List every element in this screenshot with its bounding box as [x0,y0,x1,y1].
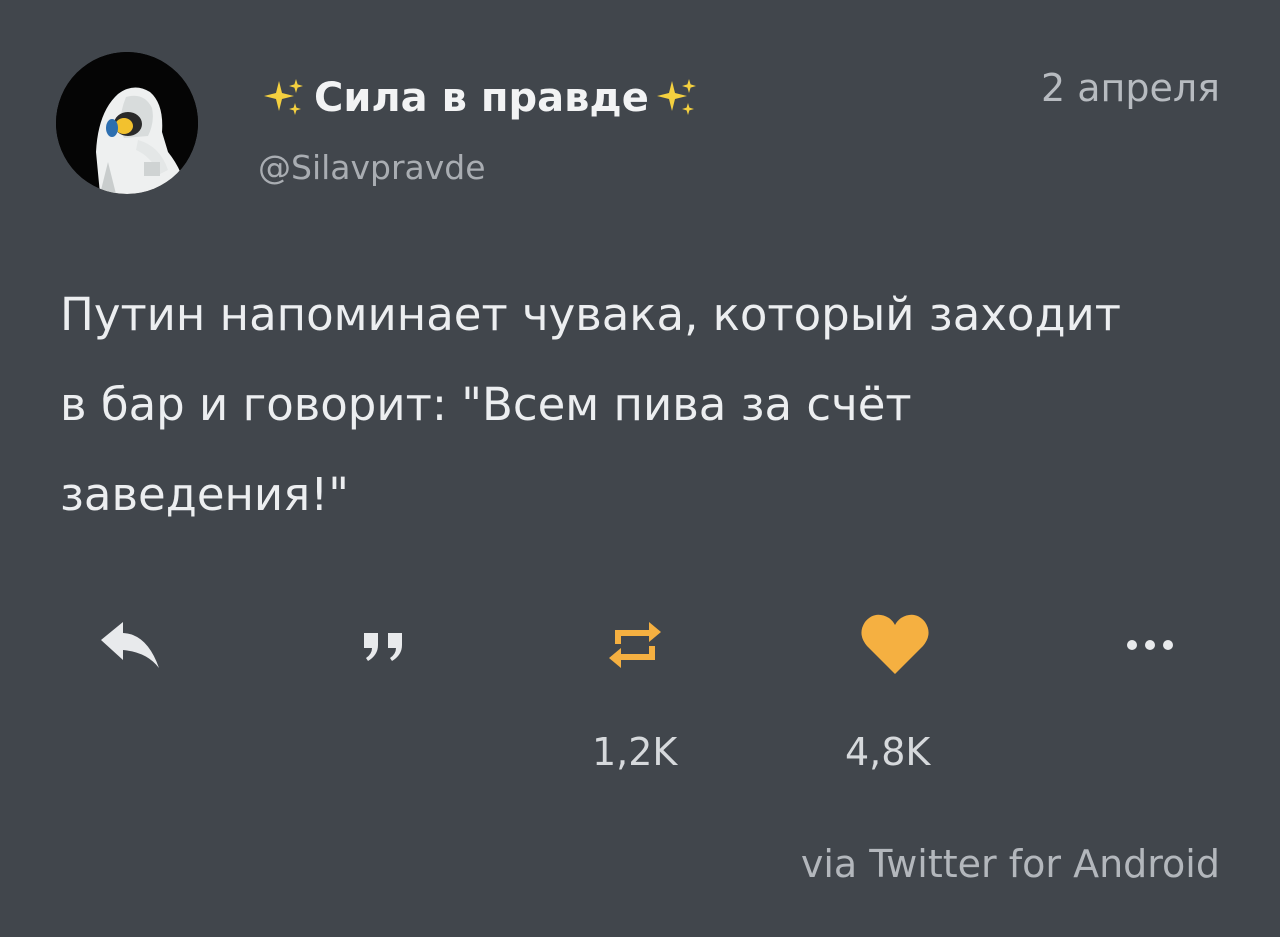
retweet-button[interactable] [600,600,670,690]
action-bar [0,600,1280,690]
retweet-count: 1,2K [592,730,678,774]
tweet-source: via Twitter for Android [800,842,1220,886]
reply-button[interactable] [90,600,170,690]
like-count: 4,8K [845,730,931,774]
heart-icon [861,614,929,674]
user-handle[interactable]: @Silavpravde [258,148,486,187]
display-name[interactable]: Сила в правде [262,70,701,126]
tweet-text-line: Путин напоминает чувака, который заходит [60,288,1122,341]
tweet-text-line: в бар и говорит: "Всем пива за счёт [60,378,912,431]
like-button[interactable] [855,600,935,690]
tweet-date: 2 апреля [1040,66,1220,110]
more-button[interactable] [1110,600,1190,690]
sparkles-icon [264,79,303,115]
avatar[interactable] [56,52,198,194]
tweet-text: Путин напоминает чувака, который заходит… [60,270,1230,540]
reply-arrow-icon [101,622,159,668]
quote-button[interactable] [350,600,420,690]
retweet-icon [609,622,661,668]
hazmat-suit-person-avatar-icon [56,52,198,194]
tweet-card: Сила в правде @Silavpravde 2 апреля Пути… [0,0,1280,937]
sparkles-icon [656,79,696,115]
quote-icon [364,633,402,661]
display-name-text: Сила в правде [314,75,649,121]
more-dots-icon [1127,640,1173,650]
tweet-text-line: заведения!" [60,468,349,521]
